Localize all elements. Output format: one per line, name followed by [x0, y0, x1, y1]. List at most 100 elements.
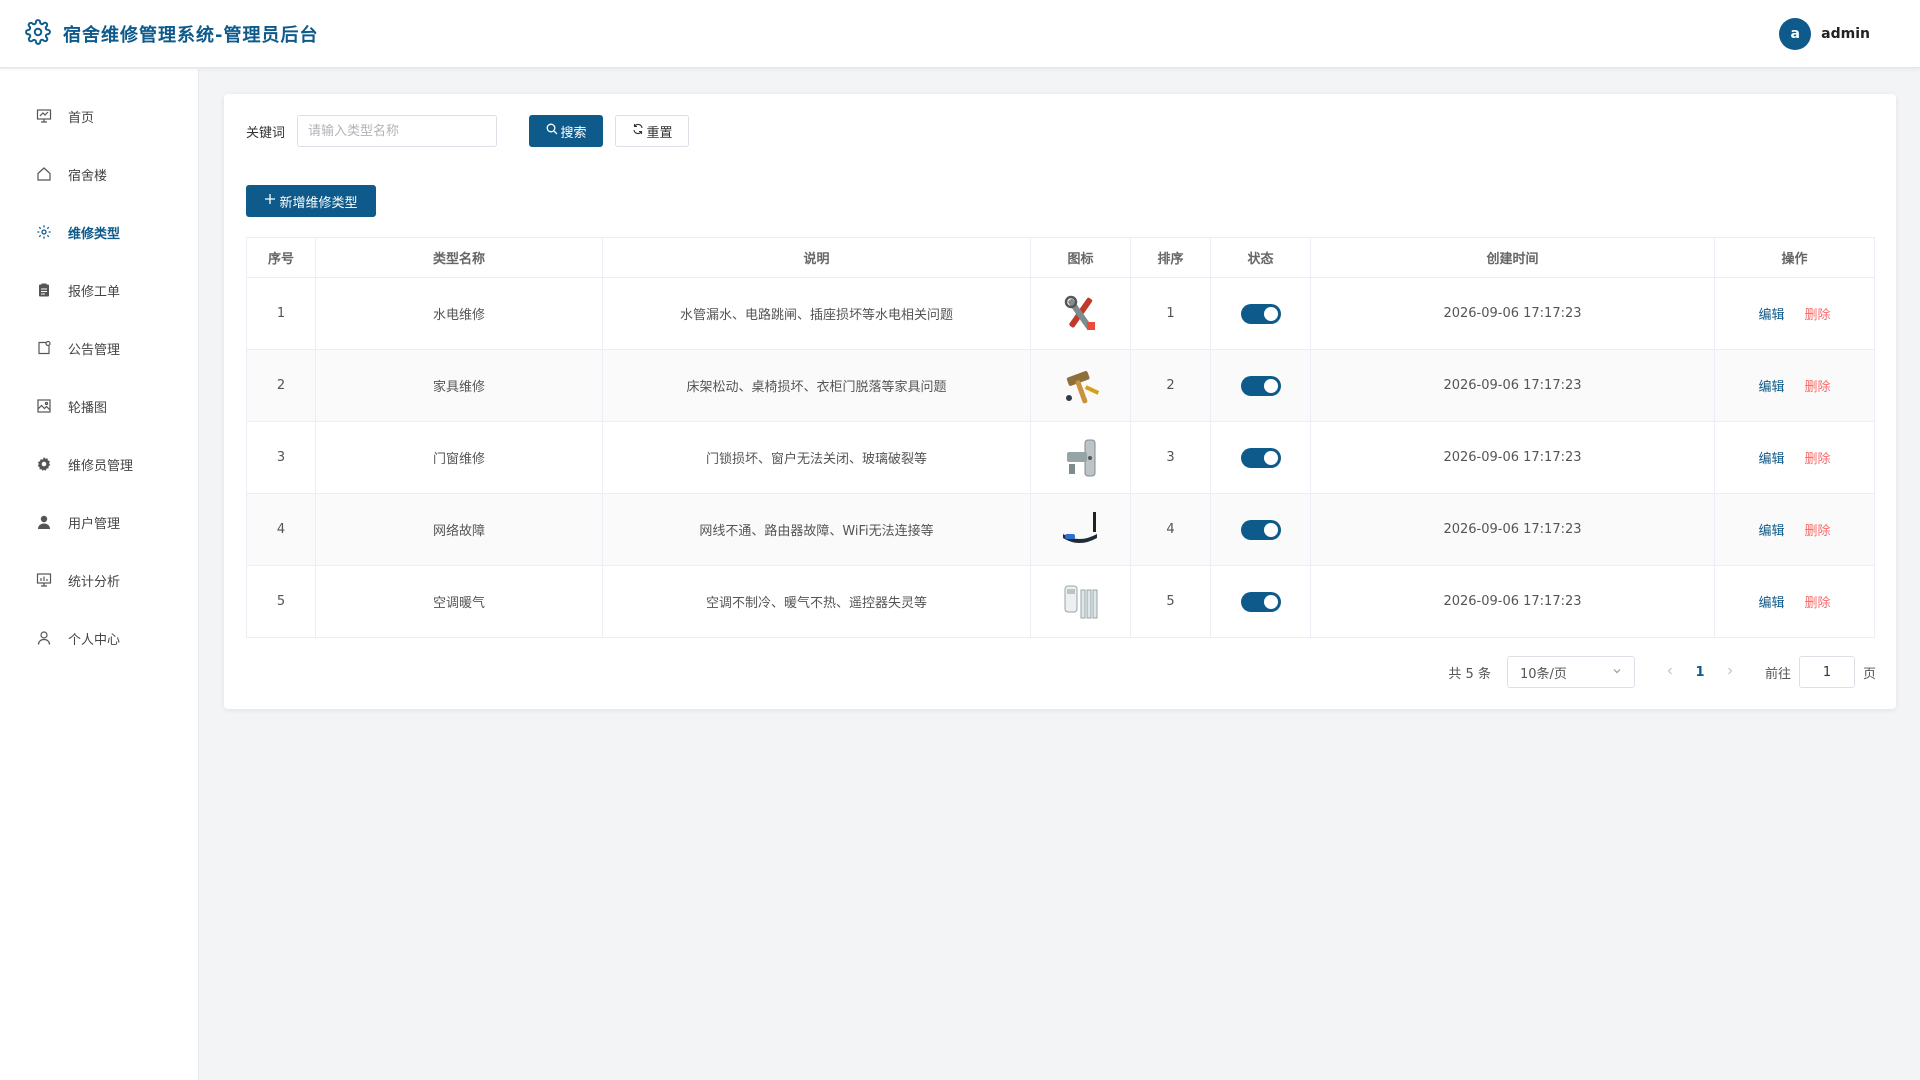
gear-icon — [25, 18, 51, 49]
sidebar-item-label: 公告管理 — [68, 342, 121, 358]
goto-suffix: 页 — [1862, 666, 1876, 682]
sidebar-item-label: 维修员管理 — [68, 458, 134, 474]
edit-link[interactable]: 编辑 — [1758, 380, 1784, 395]
add-repair-type-button[interactable]: 新增维修类型 — [246, 185, 376, 217]
table-row: 4 网络故障 网线不通、路由器故障、WiFi无法连接等 4 2026-09-06… — [246, 493, 1875, 566]
table-row: 5 空调暖气 空调不制冷、暖气不热、遥控器失灵等 5 2026-09-06 17… — [246, 565, 1875, 638]
delete-link[interactable]: 删除 — [1805, 380, 1831, 395]
clipboard-icon — [36, 282, 52, 298]
notice-icon — [36, 340, 52, 356]
cell-description: 床架松动、桌椅损坏、衣柜门脱落等家具问题 — [602, 349, 1031, 422]
sidebar-item-label: 报修工单 — [68, 284, 121, 300]
cell-sort: 3 — [1130, 421, 1211, 494]
cell-index: 3 — [246, 421, 316, 494]
sidebar-item-repair-type[interactable]: 维修类型 — [0, 203, 198, 261]
sidebar-item-dorm-building[interactable]: 宿舍楼 — [0, 145, 198, 203]
chevron-left-icon — [1667, 667, 1672, 674]
picture-icon — [36, 398, 52, 414]
user-menu[interactable]: a admin — [1779, 17, 1870, 50]
sidebar-item-statistics[interactable]: 统计分析 — [0, 551, 198, 609]
goto-prefix: 前往 — [1764, 666, 1791, 682]
status-toggle[interactable] — [1240, 447, 1281, 468]
cell-description: 水管漏水、电路跳闸、插座损坏等水电相关问题 — [602, 277, 1031, 350]
user-outline-icon — [36, 630, 52, 646]
cell-index: 1 — [246, 277, 316, 350]
sidebar: 首页 宿舍楼 维修类型 报修工单 公告管理 轮播图 维修员管理 用户管理 统计分… — [0, 69, 199, 1080]
chevron-down-icon — [1612, 665, 1622, 680]
cell-sort: 4 — [1130, 493, 1211, 566]
refresh-icon — [632, 123, 644, 139]
cell-type-name: 门窗维修 — [315, 421, 603, 494]
column-header: 序号 — [246, 237, 316, 278]
edit-link[interactable]: 编辑 — [1758, 452, 1784, 467]
goto-page-input[interactable] — [1798, 656, 1855, 688]
cell-type-name: 空调暖气 — [315, 565, 603, 638]
sidebar-item-user-manage[interactable]: 用户管理 — [0, 493, 198, 551]
sidebar-item-profile[interactable]: 个人中心 — [0, 609, 198, 667]
edit-link[interactable]: 编辑 — [1758, 596, 1784, 611]
avatar[interactable]: a — [1779, 17, 1812, 50]
status-toggle[interactable] — [1240, 375, 1281, 396]
page-size-value: 10条/页 — [1519, 666, 1567, 682]
delete-link[interactable]: 删除 — [1805, 452, 1831, 467]
sidebar-item-repairman[interactable]: 维修员管理 — [0, 435, 198, 493]
column-header: 排序 — [1130, 237, 1211, 278]
delete-link[interactable]: 删除 — [1805, 524, 1831, 539]
cell-created-time: 2026-09-06 17:17:23 — [1310, 349, 1715, 422]
keyword-label: 关键词 — [246, 125, 286, 141]
chart-board-icon — [36, 572, 52, 588]
search-icon — [546, 123, 558, 139]
cell-sort: 1 — [1130, 277, 1211, 350]
house-icon — [36, 166, 52, 182]
hammer-tools-icon — [1059, 364, 1103, 408]
app-title: 宿舍维修管理系统-管理员后台 — [63, 24, 319, 46]
cell-type-name: 网络故障 — [315, 493, 603, 566]
brand: 宿舍维修管理系统-管理员后台 — [25, 18, 319, 49]
column-header: 图标 — [1030, 237, 1131, 278]
prev-page-button[interactable] — [1655, 665, 1685, 680]
sidebar-item-label: 宿舍楼 — [68, 168, 108, 184]
total-count: 共 5 条 — [1448, 666, 1491, 682]
table-row: 3 门窗维修 门锁损坏、窗户无法关闭、玻璃破裂等 3 2026-09-06 17… — [246, 421, 1875, 494]
username[interactable]: admin — [1821, 26, 1870, 42]
sidebar-item-home[interactable]: 首页 — [0, 87, 198, 145]
remote-radiator-icon — [1059, 580, 1103, 624]
presentation-icon — [36, 108, 52, 124]
search-button-label: 搜索 — [560, 125, 587, 141]
repair-type-table: 序号 类型名称 说明 图标 排序 状态 创建时间 操作 1 水电维修 水管漏水、… — [246, 237, 1875, 638]
cell-type-name: 家具维修 — [315, 349, 603, 422]
status-toggle[interactable] — [1240, 303, 1281, 324]
column-header: 状态 — [1210, 237, 1311, 278]
wrench-tools-icon — [1059, 292, 1103, 336]
page-size-select[interactable]: 10条/页 — [1506, 656, 1635, 688]
reset-button-label: 重置 — [646, 125, 673, 141]
plus-icon — [264, 193, 276, 209]
next-page-button[interactable] — [1715, 665, 1745, 680]
sidebar-item-carousel[interactable]: 轮播图 — [0, 377, 198, 435]
edit-link[interactable]: 编辑 — [1758, 524, 1784, 539]
delete-link[interactable]: 删除 — [1805, 596, 1831, 611]
table-row: 1 水电维修 水管漏水、电路跳闸、插座损坏等水电相关问题 1 2026-09-0… — [246, 277, 1875, 350]
sidebar-item-label: 统计分析 — [68, 574, 121, 590]
page-number-button[interactable]: 1 — [1685, 665, 1715, 680]
delete-link[interactable]: 删除 — [1805, 308, 1831, 323]
status-toggle[interactable] — [1240, 519, 1281, 540]
goto-page: 前往 页 — [1765, 656, 1876, 688]
chevron-right-icon — [1728, 667, 1733, 674]
column-header: 操作 — [1714, 237, 1875, 278]
status-toggle[interactable] — [1240, 591, 1281, 612]
top-header: 宿舍维修管理系统-管理员后台 a admin — [0, 0, 1920, 68]
cog-filled-icon — [36, 456, 52, 472]
cell-created-time: 2026-09-06 17:17:23 — [1310, 277, 1715, 350]
sidebar-item-work-order[interactable]: 报修工单 — [0, 261, 198, 319]
pagination: 共 5 条 10条/页 1 前往 页 — [1448, 656, 1876, 688]
reset-button[interactable]: 重置 — [615, 115, 690, 147]
cell-sort: 2 — [1130, 349, 1211, 422]
search-button[interactable]: 搜索 — [529, 115, 604, 147]
sidebar-item-notice[interactable]: 公告管理 — [0, 319, 198, 377]
edit-link[interactable]: 编辑 — [1758, 308, 1784, 323]
column-header: 创建时间 — [1310, 237, 1715, 278]
search-input[interactable] — [297, 115, 498, 147]
cell-index: 5 — [246, 565, 316, 638]
cell-created-time: 2026-09-06 17:17:23 — [1310, 493, 1715, 566]
